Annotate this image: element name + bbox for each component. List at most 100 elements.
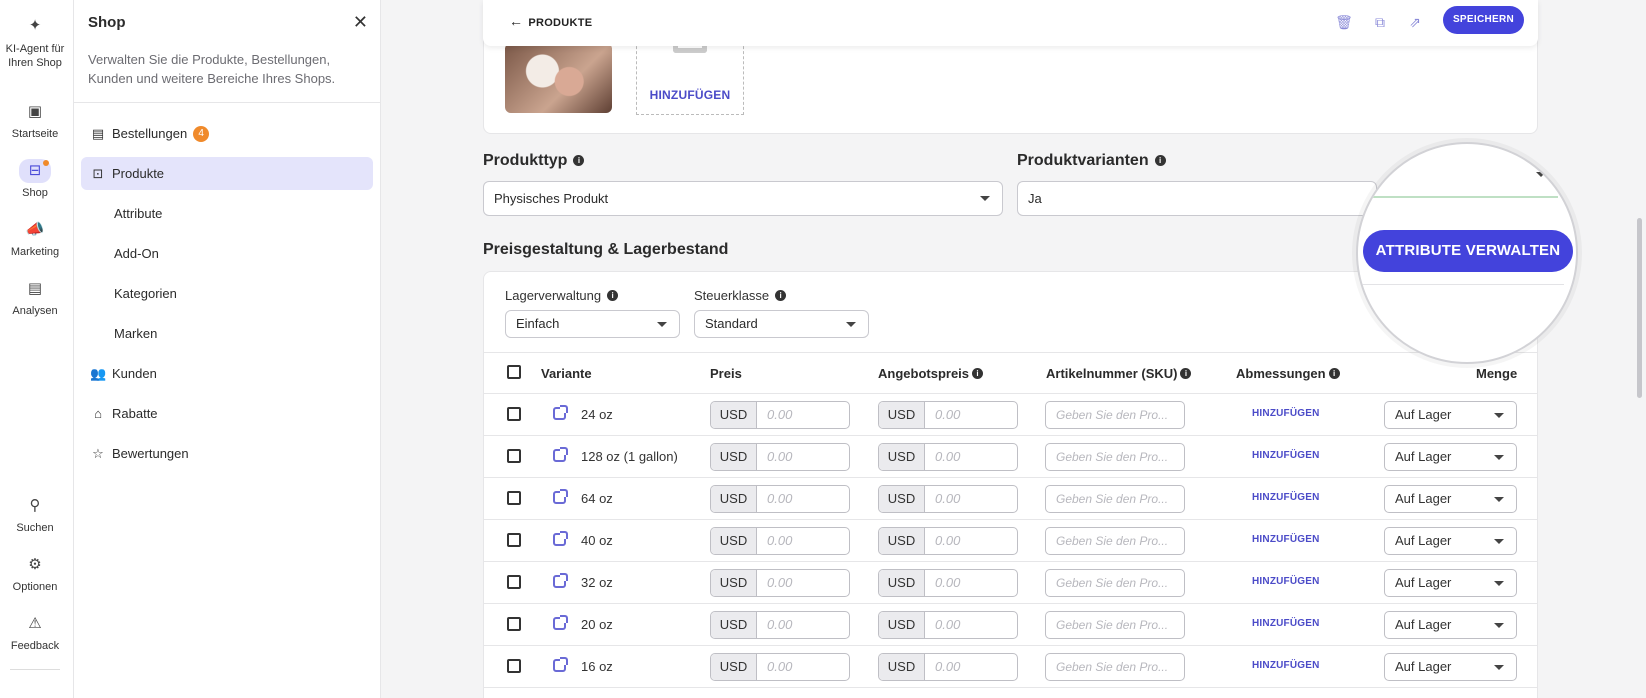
- sale-price-value: 0.00: [935, 407, 961, 422]
- row-checkbox[interactable]: [507, 491, 521, 505]
- info-icon[interactable]: i: [1154, 155, 1166, 166]
- sku-input[interactable]: Geben Sie den Pro...: [1045, 653, 1185, 681]
- quantity-select[interactable]: Auf Lager: [1384, 401, 1517, 429]
- rail-item-optionen[interactable]: ⚙ Optionen: [0, 553, 70, 593]
- sale-price-input[interactable]: USD 0.00: [878, 527, 1018, 555]
- info-icon[interactable]: i: [972, 368, 984, 379]
- price-input[interactable]: USD 0.00: [710, 653, 850, 681]
- rail-item-analysen[interactable]: ▤ Analysen: [0, 277, 70, 317]
- variant-image-icon[interactable]: [553, 615, 568, 630]
- add-dimensions-button[interactable]: HINZUFÜGEN: [1252, 576, 1320, 587]
- price-input[interactable]: USD 0.00: [710, 569, 850, 597]
- info-icon[interactable]: i: [573, 155, 585, 166]
- nav-item-bestellungen[interactable]: ▤ Bestellungen 4: [81, 117, 373, 150]
- variants-select[interactable]: Ja: [1017, 181, 1377, 216]
- duplicate-icon[interactable]: ⧉: [1370, 12, 1390, 32]
- row-checkbox[interactable]: [507, 575, 521, 589]
- product-type-select[interactable]: Physisches Produkt: [483, 181, 1003, 216]
- sale-price-currency: USD: [879, 402, 925, 428]
- sku-input[interactable]: Geben Sie den Pro...: [1045, 443, 1185, 471]
- row-checkbox[interactable]: [507, 533, 521, 547]
- add-dimensions-button[interactable]: HINZUFÜGEN: [1252, 492, 1320, 503]
- trash-icon[interactable]: 🗑: [1334, 12, 1354, 32]
- product-image[interactable]: [505, 43, 612, 113]
- row-checkbox[interactable]: [507, 659, 521, 673]
- add-dimensions-button[interactable]: HINZUFÜGEN: [1252, 660, 1320, 671]
- rail-item-suchen[interactable]: ⚲ Suchen: [0, 494, 70, 534]
- tax-select[interactable]: Standard: [694, 310, 869, 338]
- quantity-select[interactable]: Auf Lager: [1384, 653, 1517, 681]
- sale-price-currency: USD: [879, 486, 925, 512]
- variant-image-icon[interactable]: [553, 531, 568, 546]
- rail-item-marketing[interactable]: 📣 Marketing: [0, 218, 70, 258]
- info-icon[interactable]: i: [1180, 368, 1192, 379]
- sale-price-input[interactable]: USD 0.00: [878, 401, 1018, 429]
- rail-item-startseite[interactable]: ▣ Startseite: [0, 100, 70, 140]
- nav-item-kunden[interactable]: 👥 Kunden: [81, 357, 373, 390]
- rail-label: KI-Agent für Ihren Shop: [5, 43, 65, 69]
- price-input[interactable]: USD 0.00: [710, 611, 850, 639]
- info-icon[interactable]: i: [775, 290, 787, 301]
- external-link-icon[interactable]: ⇗: [1405, 12, 1425, 32]
- back-button[interactable]: ← PRODUKTE: [509, 13, 592, 29]
- header-quantity: Menge: [1476, 366, 1518, 381]
- scrollbar[interactable]: [1637, 218, 1642, 398]
- sale-price-input[interactable]: USD 0.00: [878, 611, 1018, 639]
- price-input[interactable]: USD 0.00: [710, 527, 850, 555]
- sku-input[interactable]: Geben Sie den Pro...: [1045, 527, 1185, 555]
- rail-item-ai-agent[interactable]: ✦ KI-Agent für Ihren Shop: [0, 14, 70, 70]
- variant-image-icon[interactable]: [553, 447, 568, 462]
- rail-item-shop[interactable]: ⊟ Shop: [0, 159, 70, 199]
- row-checkbox[interactable]: [507, 617, 521, 631]
- info-icon[interactable]: i: [1328, 368, 1340, 379]
- nav-item-rabatte[interactable]: ⌂ Rabatte: [81, 397, 373, 430]
- rail-label: Shop: [22, 187, 48, 199]
- variant-image-icon[interactable]: [553, 489, 568, 504]
- quantity-select[interactable]: Auf Lager: [1384, 527, 1517, 555]
- add-dimensions-button[interactable]: HINZUFÜGEN: [1252, 534, 1320, 545]
- nav-item-kategorien[interactable]: Kategorien: [81, 277, 373, 310]
- rail-item-feedback[interactable]: ⚠ Feedback: [0, 612, 70, 652]
- add-media-button[interactable]: HINZUFÜGEN: [636, 41, 744, 115]
- nav-item-marken[interactable]: Marken: [81, 317, 373, 350]
- add-dimensions-button[interactable]: HINZUFÜGEN: [1252, 450, 1320, 461]
- nav-item-bewertungen[interactable]: ☆ Bewertungen: [81, 437, 373, 470]
- sku-input[interactable]: Geben Sie den Pro...: [1045, 611, 1185, 639]
- price-input[interactable]: USD 0.00: [710, 401, 850, 429]
- quantity-select[interactable]: Auf Lager: [1384, 485, 1517, 513]
- nav-item-produkte[interactable]: ⊡ Produkte: [81, 157, 373, 190]
- variant-image-icon[interactable]: [553, 573, 568, 588]
- chevron-down-icon: [846, 322, 856, 327]
- close-icon[interactable]: ✕: [353, 12, 368, 33]
- info-icon[interactable]: i: [607, 290, 619, 301]
- sku-input[interactable]: Geben Sie den Pro...: [1045, 401, 1185, 429]
- nav-label: Kunden: [112, 366, 157, 381]
- editor-topbar: ← PRODUKTE 🗑 ⧉ ⇗ SPEICHERN: [483, 0, 1538, 46]
- sale-price-currency: USD: [879, 612, 925, 638]
- quantity-select[interactable]: Auf Lager: [1384, 611, 1517, 639]
- sale-price-input[interactable]: USD 0.00: [878, 569, 1018, 597]
- save-button[interactable]: SPEICHERN: [1442, 6, 1524, 34]
- variants-value: Ja: [1028, 191, 1042, 206]
- chevron-down-icon: [1494, 665, 1504, 670]
- row-checkbox[interactable]: [507, 449, 521, 463]
- quantity-select[interactable]: Auf Lager: [1384, 569, 1517, 597]
- sale-price-input[interactable]: USD 0.00: [878, 653, 1018, 681]
- manage-attributes-button[interactable]: ATTRIBUTE VERWALTEN: [1363, 230, 1573, 272]
- sku-input[interactable]: Geben Sie den Pro...: [1045, 485, 1185, 513]
- select-all-checkbox[interactable]: [507, 365, 521, 379]
- row-checkbox[interactable]: [507, 407, 521, 421]
- price-input[interactable]: USD 0.00: [710, 443, 850, 471]
- quantity-select[interactable]: Auf Lager: [1384, 443, 1517, 471]
- variant-image-icon[interactable]: [553, 405, 568, 420]
- nav-item-add-on[interactable]: Add-On: [81, 237, 373, 270]
- add-dimensions-button[interactable]: HINZUFÜGEN: [1252, 618, 1320, 629]
- add-dimensions-button[interactable]: HINZUFÜGEN: [1252, 408, 1320, 419]
- sale-price-input[interactable]: USD 0.00: [878, 485, 1018, 513]
- sku-input[interactable]: Geben Sie den Pro...: [1045, 569, 1185, 597]
- inventory-select[interactable]: Einfach: [505, 310, 680, 338]
- nav-item-attribute[interactable]: Attribute: [81, 197, 373, 230]
- price-input[interactable]: USD 0.00: [710, 485, 850, 513]
- variant-image-icon[interactable]: [553, 657, 568, 672]
- sale-price-input[interactable]: USD 0.00: [878, 443, 1018, 471]
